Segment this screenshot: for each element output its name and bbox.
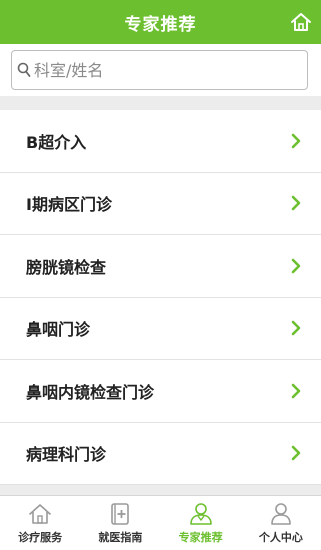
list-item-label: 膀胱镜检查 [26,257,107,277]
guide-book-icon [106,501,134,527]
tab-expert-recommend[interactable]: 专家推荐 [161,496,241,550]
list-item-label: I期病区门诊 [26,195,112,215]
house-icon [26,501,54,527]
list-item-label: 病理科门诊 [26,445,107,465]
tab-diagnosis-service[interactable]: 诊疗服务 [0,496,80,550]
list-item-label: 鼻咽内镜检查门诊 [26,382,155,402]
chevron-right-icon [291,195,301,211]
list-item[interactable]: 膀胱镜检查 [0,235,321,298]
list-item[interactable]: I期病区门诊 [0,172,321,235]
tab-label: 诊疗服务 [18,531,63,544]
tab-medical-guide[interactable]: 就医指南 [80,496,160,550]
bottom-tab-bar: 诊疗服务 就医指南 专家推荐 个人中心 [0,495,321,550]
home-button[interactable] [287,8,315,36]
page-title: 专家推荐 [124,14,197,35]
department-list: B超介入 I期病区门诊 膀胱镜检查 鼻咽门诊 鼻咽内镜检查门诊 病理科门诊 [0,110,321,485]
list-item[interactable]: 鼻咽门诊 [0,297,321,360]
search-area [0,44,321,96]
chevron-right-icon [291,383,301,399]
list-item-label: B超介入 [26,132,87,152]
tab-label: 就医指南 [98,531,143,544]
chevron-right-icon [291,445,301,461]
search-box[interactable] [11,50,308,90]
search-icon [16,60,32,80]
tab-personal-center[interactable]: 个人中心 [241,496,321,550]
person-icon [267,501,295,527]
tab-label: 专家推荐 [178,531,223,544]
chevron-right-icon [291,133,301,149]
list-item[interactable]: 鼻咽内镜检查门诊 [0,360,321,423]
tab-label: 个人中心 [258,531,303,544]
search-input[interactable] [34,55,294,85]
department-list-area[interactable]: B超介入 I期病区门诊 膀胱镜检查 鼻咽门诊 鼻咽内镜检查门诊 病理科门诊 [0,96,321,495]
chevron-right-icon [291,258,301,274]
chevron-right-icon [291,320,301,336]
doctor-icon [187,501,215,527]
list-item[interactable]: 病理科门诊 [0,422,321,485]
list-item[interactable]: B超介入 [0,110,321,173]
list-item-label: 鼻咽门诊 [26,320,91,340]
home-icon [291,13,311,31]
header-bar: 专家推荐 [0,0,321,44]
